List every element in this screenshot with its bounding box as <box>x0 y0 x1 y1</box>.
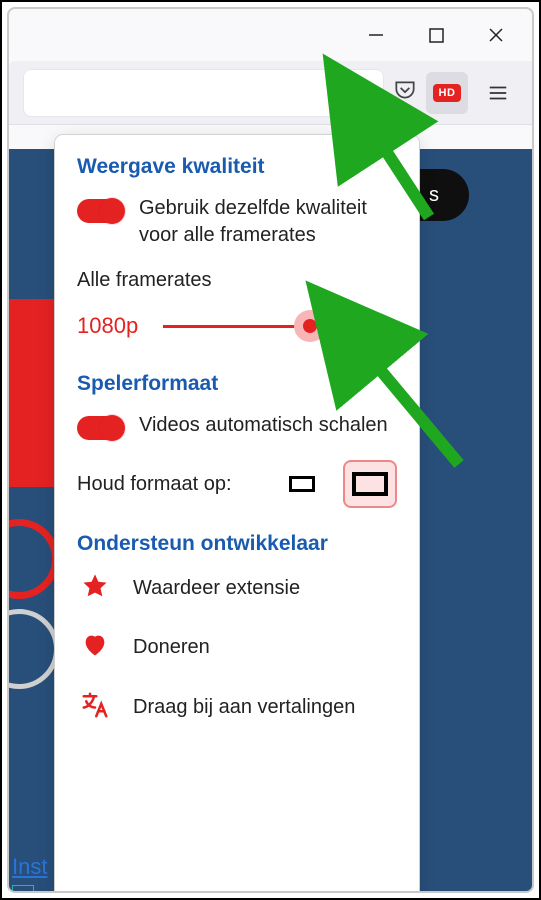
section-format-title: Spelerformaat <box>77 372 397 396</box>
url-field[interactable] <box>23 69 384 117</box>
auto-scale-label: Videos automatisch schalen <box>139 412 388 439</box>
donate-button[interactable]: Doneren <box>133 634 210 661</box>
hd-badge-icon: HD <box>433 84 461 102</box>
minimize-button[interactable] <box>346 13 406 57</box>
bg-circle1 <box>7 519 59 599</box>
toggle-auto-scale[interactable] <box>77 416 123 440</box>
menu-button[interactable] <box>476 71 520 115</box>
toggle-same-quality[interactable] <box>77 199 123 223</box>
translate-icon <box>80 690 110 725</box>
keep-format-label: Houd formaat op: <box>77 471 261 497</box>
format-small-button[interactable] <box>275 460 329 508</box>
slider-thumb-icon[interactable] <box>294 310 326 342</box>
close-button[interactable] <box>466 13 526 57</box>
section-support-title: Ondersteun ontwikkelaar <box>77 532 397 556</box>
browser-window: HD s Inst Weergave kwaliteit Gebruik dez… <box>7 7 534 893</box>
section-quality-title: Weergave kwaliteit <box>77 155 397 179</box>
resolution-value: 1080p <box>77 313 149 339</box>
resolution-slider[interactable] <box>163 306 397 346</box>
rate-button[interactable]: Waardeer extensie <box>133 575 300 602</box>
format-small-icon <box>289 476 315 492</box>
bookmark-star-icon[interactable] <box>346 78 370 107</box>
heart-icon <box>81 631 109 664</box>
pocket-icon[interactable] <box>392 77 418 108</box>
format-large-button[interactable] <box>343 460 397 508</box>
hd-extension-button[interactable]: HD <box>426 72 468 114</box>
bg-inst-link[interactable]: Inst <box>12 854 47 880</box>
toolbar: HD <box>9 61 532 125</box>
titlebar <box>9 9 532 61</box>
bg-circle2 <box>7 609 59 689</box>
translate-button[interactable]: Draag bij aan vertalingen <box>133 694 355 721</box>
star-icon <box>81 572 109 605</box>
bg-red <box>9 299 59 487</box>
same-quality-label: Gebruik dezelfde kwaliteit voor alle fra… <box>139 195 397 249</box>
all-framerates-label: Alle framerates <box>77 269 397 292</box>
maximize-button[interactable] <box>406 13 466 57</box>
ad-badge-icon <box>12 885 34 893</box>
extension-popup: Weergave kwaliteit Gebruik dezelfde kwal… <box>55 135 419 893</box>
format-large-icon <box>352 472 388 496</box>
